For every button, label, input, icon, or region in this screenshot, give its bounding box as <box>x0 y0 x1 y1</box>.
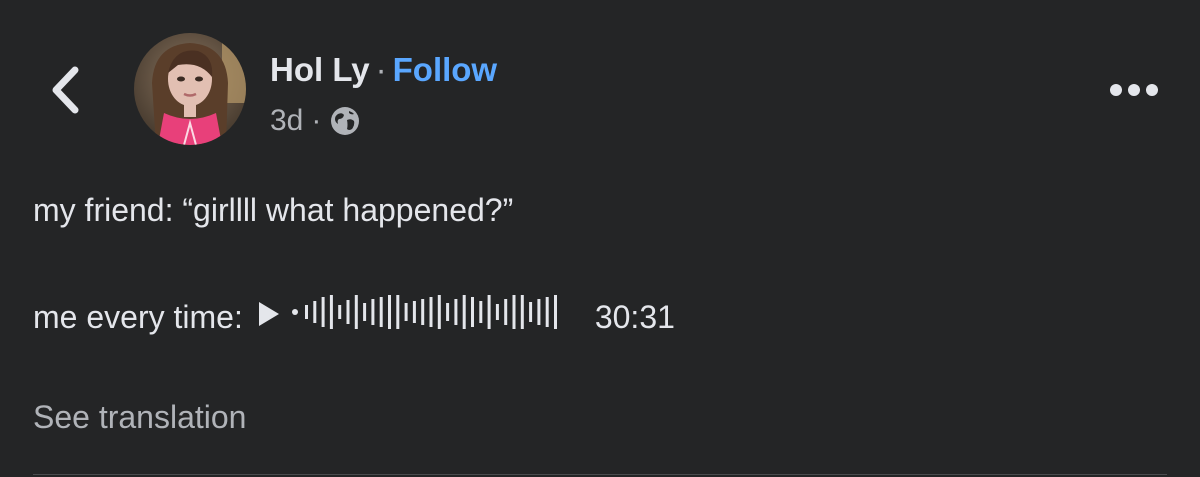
back-button[interactable] <box>42 62 88 118</box>
divider <box>33 474 1167 475</box>
follow-button[interactable]: Follow <box>393 51 497 88</box>
post-meta: 3d · <box>270 103 497 139</box>
author-row: Hol Ly · Follow <box>270 50 497 90</box>
name-separator: · <box>375 51 387 88</box>
post-text-line-1: my friend: “girllll what happened?” <box>33 192 514 228</box>
meta-separator: · <box>311 104 322 137</box>
play-icon <box>257 297 281 337</box>
post-text-line-2-prefix: me every time: <box>33 298 243 335</box>
post-timestamp[interactable]: 3d <box>270 103 303 139</box>
globe-icon <box>329 105 361 137</box>
waveform-icon <box>291 292 571 341</box>
avatar[interactable] <box>134 33 246 145</box>
more-horizontal-icon <box>1110 84 1158 96</box>
chevron-left-icon <box>52 66 79 114</box>
post-text-line-2: me every time: 30:31 <box>33 292 675 341</box>
post-header: Hol Ly · Follow 3d · <box>270 50 497 139</box>
more-options-button[interactable] <box>1106 74 1162 106</box>
voice-duration: 30:31 <box>594 298 675 335</box>
see-translation-link[interactable]: See translation <box>33 397 246 437</box>
author-name[interactable]: Hol Ly <box>270 51 370 88</box>
